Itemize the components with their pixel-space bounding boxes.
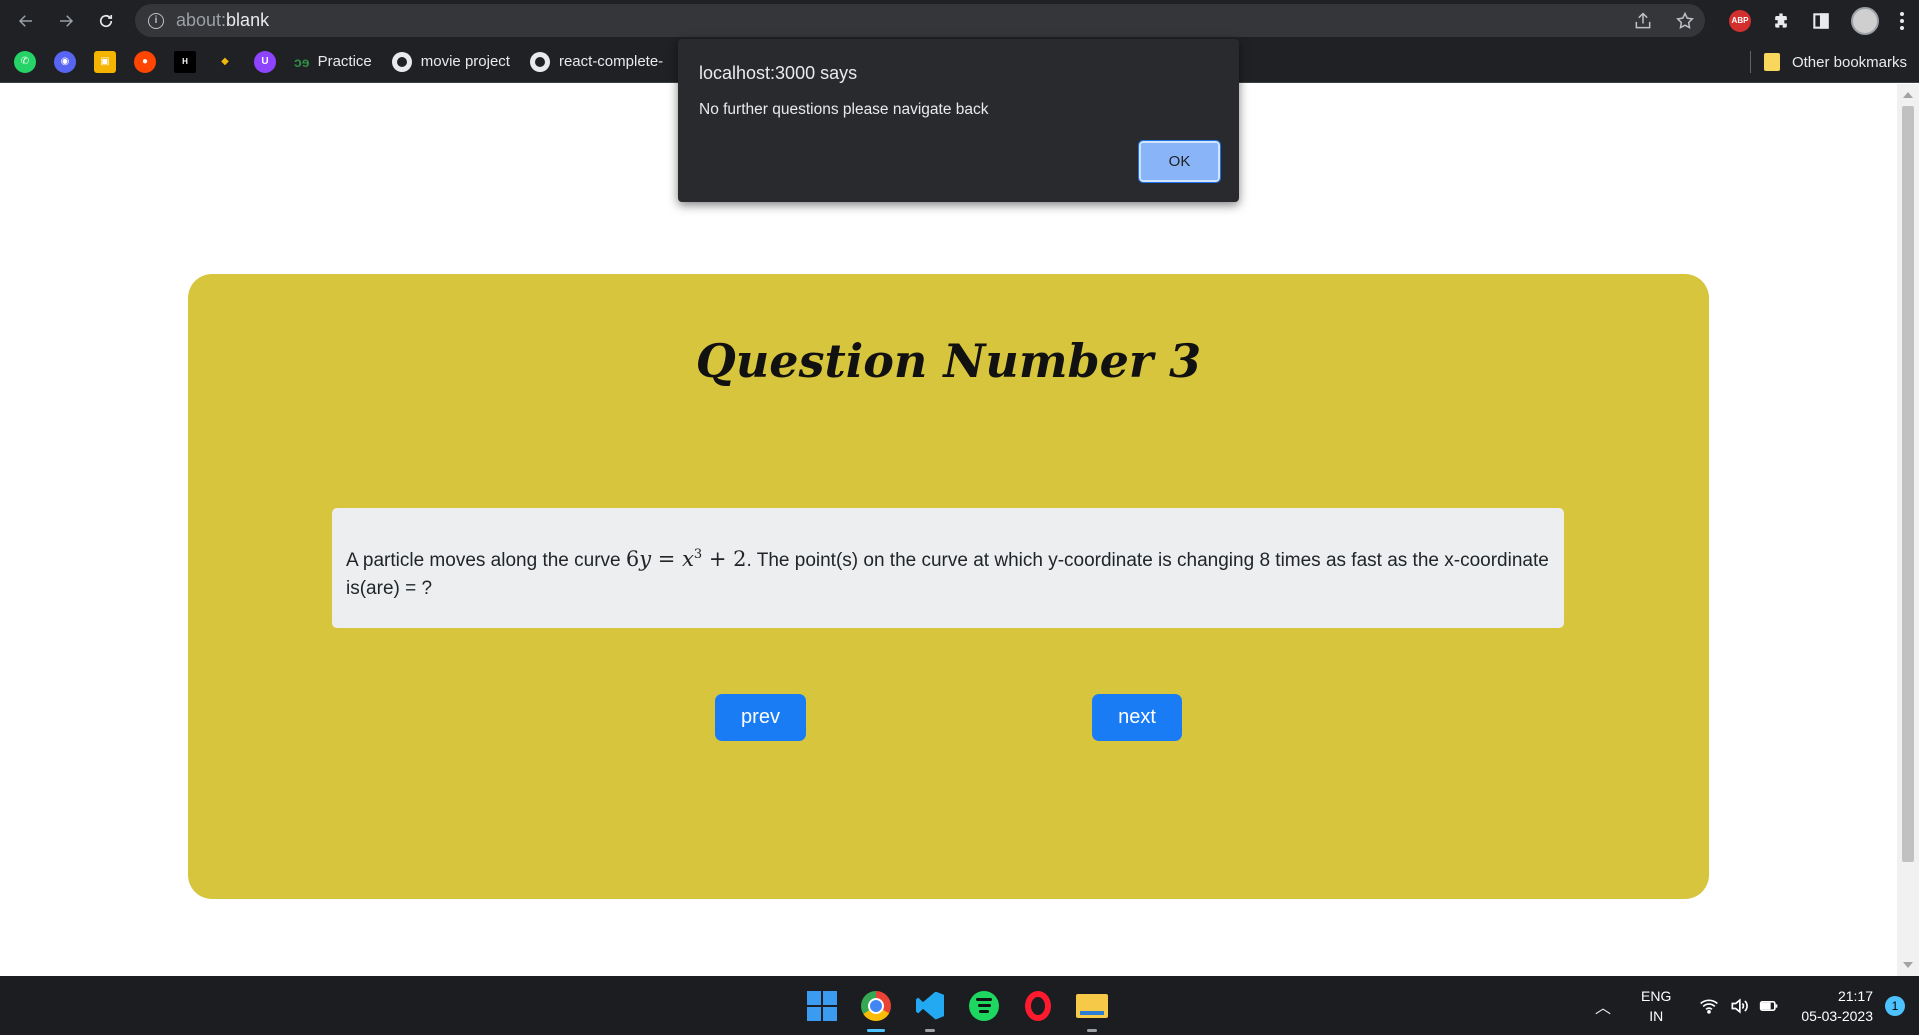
opera-taskbar-icon[interactable] — [1021, 989, 1055, 1023]
file-explorer-taskbar-icon[interactable] — [1075, 989, 1109, 1032]
geeksforgeeks-icon: ɔɘ — [294, 53, 310, 70]
bookmark-movie-project[interactable]: movie project — [391, 51, 510, 72]
taskbar: ︿ ENG IN 21:17 05-03-2023 1 — [0, 976, 1919, 1035]
language-indicator[interactable]: ENG IN — [1641, 986, 1671, 1026]
hackerrank-icon[interactable]: H — [174, 50, 196, 73]
battery-icon[interactable] — [1759, 996, 1779, 1016]
scroll-thumb[interactable] — [1902, 106, 1914, 862]
info-icon[interactable]: i — [148, 12, 164, 29]
whatsapp-icon[interactable]: ✆ — [14, 50, 36, 73]
question-title: Question Number 3 — [695, 334, 1202, 388]
bookmark-react-complete[interactable]: react-complete- — [529, 51, 663, 72]
question-equation: 6y = x3 + 2 — [625, 547, 747, 571]
next-button[interactable]: next — [1092, 694, 1182, 741]
chrome-taskbar-icon[interactable] — [859, 989, 893, 1032]
ok-button[interactable]: OK — [1138, 140, 1221, 183]
volume-icon[interactable] — [1729, 996, 1749, 1016]
wifi-icon[interactable] — [1699, 996, 1719, 1016]
classroom-icon[interactable]: ▣ — [94, 50, 116, 73]
folder-icon — [1763, 53, 1780, 71]
bookmarks-divider — [1750, 51, 1751, 73]
windows-start-icon[interactable] — [805, 989, 839, 1023]
system-tray: ︿ ENG IN 21:17 05-03-2023 1 — [1595, 976, 1919, 1035]
url-text: about:blank — [176, 10, 270, 30]
address-bar[interactable]: i about:blank — [135, 4, 1705, 37]
scroll-up-arrow-icon[interactable] — [1903, 92, 1913, 98]
browser-toolbar: i about:blank ABP — [0, 0, 1919, 41]
star-icon[interactable] — [1675, 11, 1695, 31]
github-icon — [391, 51, 412, 72]
page-viewport: Question Number 3 A particle moves along… — [0, 84, 1897, 976]
dialog-title: localhost:3000 says — [699, 63, 858, 83]
alert-dialog: localhost:3000 says No further questions… — [678, 39, 1239, 202]
menu-kebab-icon[interactable] — [1899, 11, 1905, 31]
question-text-start: A particle moves along the curve — [346, 550, 621, 571]
vscode-taskbar-icon[interactable] — [913, 989, 947, 1032]
back-icon[interactable] — [12, 7, 40, 35]
unstop-icon[interactable]: U — [254, 50, 276, 73]
adblock-icon[interactable]: ABP — [1729, 9, 1751, 32]
github-icon — [529, 51, 550, 72]
extensions-icon[interactable] — [1771, 11, 1791, 31]
other-bookmarks[interactable]: Other bookmarks — [1763, 41, 1907, 83]
question-card: Question Number 3 A particle moves along… — [188, 274, 1709, 899]
question-text-box: A particle moves along the curve 6y = x3… — [332, 508, 1564, 628]
dialog-message: No further questions please navigate bac… — [699, 101, 989, 118]
clock[interactable]: 21:17 05-03-2023 — [1801, 986, 1873, 1026]
share-icon[interactable] — [1633, 11, 1653, 31]
binance-icon[interactable]: ◆ — [214, 51, 236, 73]
forward-icon[interactable] — [52, 7, 80, 35]
discord-icon[interactable]: ◉ — [54, 50, 76, 73]
bookmark-practice[interactable]: ɔɘ Practice — [294, 53, 372, 70]
reload-icon[interactable] — [92, 7, 120, 35]
show-hidden-icons-icon[interactable]: ︿ — [1595, 994, 1611, 1018]
profile-avatar[interactable] — [1851, 6, 1879, 35]
side-panel-icon[interactable] — [1811, 11, 1831, 31]
page-scrollbar[interactable] — [1897, 84, 1919, 976]
prev-button[interactable]: prev — [715, 694, 806, 741]
reddit-icon[interactable]: ● — [134, 50, 156, 73]
notification-badge[interactable]: 1 — [1885, 995, 1905, 1016]
spotify-taskbar-icon[interactable] — [967, 989, 1001, 1023]
scroll-down-arrow-icon[interactable] — [1903, 962, 1913, 968]
